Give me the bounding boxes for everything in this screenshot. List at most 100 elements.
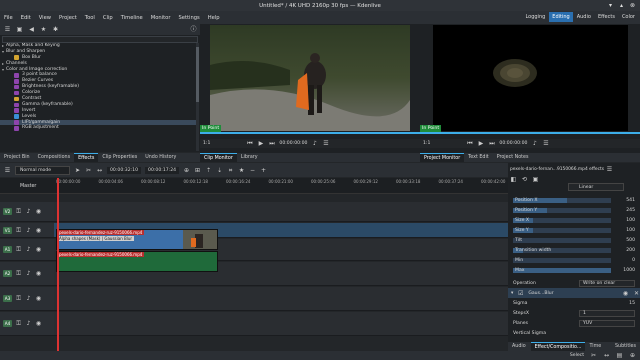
track-a4[interactable]: A4 ⚿ ♪ ◉	[0, 312, 508, 336]
operation-select[interactable]: Write on clear	[579, 279, 635, 287]
hide-icon[interactable]: ◉	[35, 246, 42, 253]
project-menu-icon[interactable]: ☰	[542, 140, 549, 147]
track-menu-icon[interactable]: ☰	[4, 167, 11, 174]
tab-subtitles[interactable]: Subtitles	[611, 342, 640, 351]
timeline-position[interactable]: 00:00:32:10	[107, 166, 142, 174]
minimize-icon[interactable]: ▾	[607, 2, 614, 9]
stepsx-select[interactable]: 1	[579, 309, 635, 317]
lock-icon[interactable]: ⚿	[15, 270, 22, 277]
param-slider[interactable]: Max	[513, 267, 611, 273]
menu-timeline[interactable]: Timeline	[117, 15, 147, 21]
track-name-badge[interactable]: A1	[3, 246, 12, 253]
save-stack-icon[interactable]: ▣	[532, 176, 539, 183]
param-value[interactable]: 0	[615, 258, 635, 263]
lock-icon[interactable]: ⚿	[15, 227, 22, 234]
menu-edit[interactable]: Edit	[17, 15, 35, 21]
param-value[interactable]: 245	[615, 208, 635, 213]
param-value[interactable]: 100	[615, 228, 635, 233]
razor-tool-icon[interactable]: ✂	[85, 167, 92, 174]
tab-project-bin[interactable]: Project Bin	[0, 153, 34, 162]
project-monitor-timeline[interactable]	[420, 132, 640, 134]
layout-color[interactable]: Color	[619, 12, 638, 22]
layout-logging[interactable]: Logging	[522, 12, 548, 22]
lock-icon[interactable]: ⚿	[15, 295, 22, 302]
menu-file[interactable]: File	[0, 15, 17, 21]
tab-undo-history[interactable]: Undo History	[141, 153, 180, 162]
menu-clip[interactable]: Clip	[99, 15, 117, 21]
clip-zoom[interactable]: 1:1	[203, 141, 210, 146]
project-play-icon[interactable]: ▶	[477, 140, 484, 147]
spacer-tool-icon[interactable]: ↔	[96, 167, 103, 174]
close-icon[interactable]: ⊗	[629, 2, 636, 9]
lift-icon[interactable]: ⇡	[205, 167, 212, 174]
tab-audio-m[interactable]: Audio M...	[508, 342, 531, 358]
param-value[interactable]: 1000	[615, 268, 635, 273]
enable-effect-icon[interactable]: ☑	[517, 290, 524, 297]
spacer-status-icon[interactable]: ↔	[603, 352, 610, 359]
track-name-badge[interactable]: V2	[3, 208, 12, 215]
project-timecode[interactable]: 00:00:00:00	[499, 141, 527, 146]
project-monitor-view[interactable]	[433, 25, 628, 131]
param-value[interactable]: 100	[615, 218, 635, 223]
hide-icon[interactable]: ◉	[35, 295, 42, 302]
planes-select[interactable]: YUV	[579, 319, 635, 327]
video-clip-v1[interactable]: pexels-dario-fernandez-ruz-9150066.mp4 A…	[56, 229, 218, 250]
tab-effects[interactable]: Effects	[74, 153, 99, 162]
audio-clip-a1[interactable]: pexels-dario-fernandez-ruz-9150066.mp4	[56, 251, 218, 272]
param-slider[interactable]: Transition width	[513, 247, 611, 253]
thumbnail-icon[interactable]: ▤	[616, 352, 623, 359]
zoom-in-icon[interactable]: +	[260, 167, 267, 174]
menu-help[interactable]: Help	[204, 15, 224, 21]
tab-clip-monitor[interactable]: Clip Monitor	[200, 153, 237, 162]
param-slider[interactable]: Position Y	[513, 207, 611, 213]
zoom-status-icon[interactable]: ⊕	[629, 352, 636, 359]
overwrite-icon[interactable]: ⊞	[194, 167, 201, 174]
playhead[interactable]	[57, 178, 59, 351]
hide-icon[interactable]: ◉	[35, 227, 42, 234]
track-v2[interactable]: V2 ⚿ ♪ ◉	[0, 202, 508, 222]
delete-effect-icon[interactable]: ✕	[633, 290, 640, 297]
clip-play-icon[interactable]: ▶	[257, 140, 264, 147]
clip-audio-icon[interactable]: ♪	[311, 140, 318, 147]
select-tool-status[interactable]: Select	[570, 353, 584, 358]
tab-library[interactable]: Library	[237, 153, 262, 162]
param-slider[interactable]: Tilt	[513, 237, 611, 243]
extract-icon[interactable]: ⇣	[216, 167, 223, 174]
menu-project[interactable]: Project	[55, 15, 81, 21]
timeline-ruler[interactable]: Master 00:00:00:00 00:00:04:06 00:00:08:12…	[0, 178, 548, 194]
tab-text-edit[interactable]: Text Edit	[464, 153, 493, 162]
track-name-badge[interactable]: A3	[3, 295, 12, 302]
hide-icon[interactable]: ◉	[35, 270, 42, 277]
effect-stack-menu-icon[interactable]: ☰	[606, 166, 613, 173]
param-value[interactable]: 200	[615, 248, 635, 253]
save-icon[interactable]: ▣	[16, 26, 23, 33]
tab-project-notes[interactable]: Project Notes	[493, 153, 533, 162]
search-input[interactable]	[2, 36, 198, 43]
tab-effect-compositio[interactable]: Effect/Compositio...	[530, 342, 586, 351]
compare-icon[interactable]: ◧	[510, 176, 517, 183]
tab-time-rem[interactable]: Time Rem...	[585, 342, 611, 358]
mute-icon[interactable]: ♪	[25, 295, 32, 302]
eye-icon[interactable]: ◉	[622, 290, 629, 297]
sigma-value[interactable]: 15	[629, 301, 635, 306]
clip-monitor-timeline[interactable]	[200, 132, 420, 134]
param-slider[interactable]: Size Y	[513, 227, 611, 233]
hide-icon[interactable]: ◉	[35, 320, 42, 327]
razor-status-icon[interactable]: ✂	[590, 352, 597, 359]
param-value[interactable]: 500	[615, 238, 635, 243]
insert-icon[interactable]: ⊕	[183, 167, 190, 174]
menu-settings[interactable]: Settings	[174, 15, 203, 21]
clip-forward-icon[interactable]: ⏭	[268, 140, 275, 147]
favorite-tl-icon[interactable]: ★	[238, 167, 245, 174]
param-slider[interactable]: Min	[513, 257, 611, 263]
track-a3[interactable]: A3 ⚿ ♪ ◉	[0, 287, 508, 311]
lock-icon[interactable]: ⚿	[15, 246, 22, 253]
menu-monitor[interactable]: Monitor	[147, 15, 175, 21]
clip-menu-icon[interactable]: ☰	[322, 140, 329, 147]
hide-icon[interactable]: ◉	[35, 208, 42, 215]
mute-icon[interactable]: ♪	[25, 320, 32, 327]
track-name-badge[interactable]: A2	[3, 270, 12, 277]
clip-rewind-icon[interactable]: ⏮	[246, 140, 253, 147]
lock-icon[interactable]: ⚿	[15, 208, 22, 215]
interpolation-select[interactable]: Linear	[568, 183, 624, 191]
